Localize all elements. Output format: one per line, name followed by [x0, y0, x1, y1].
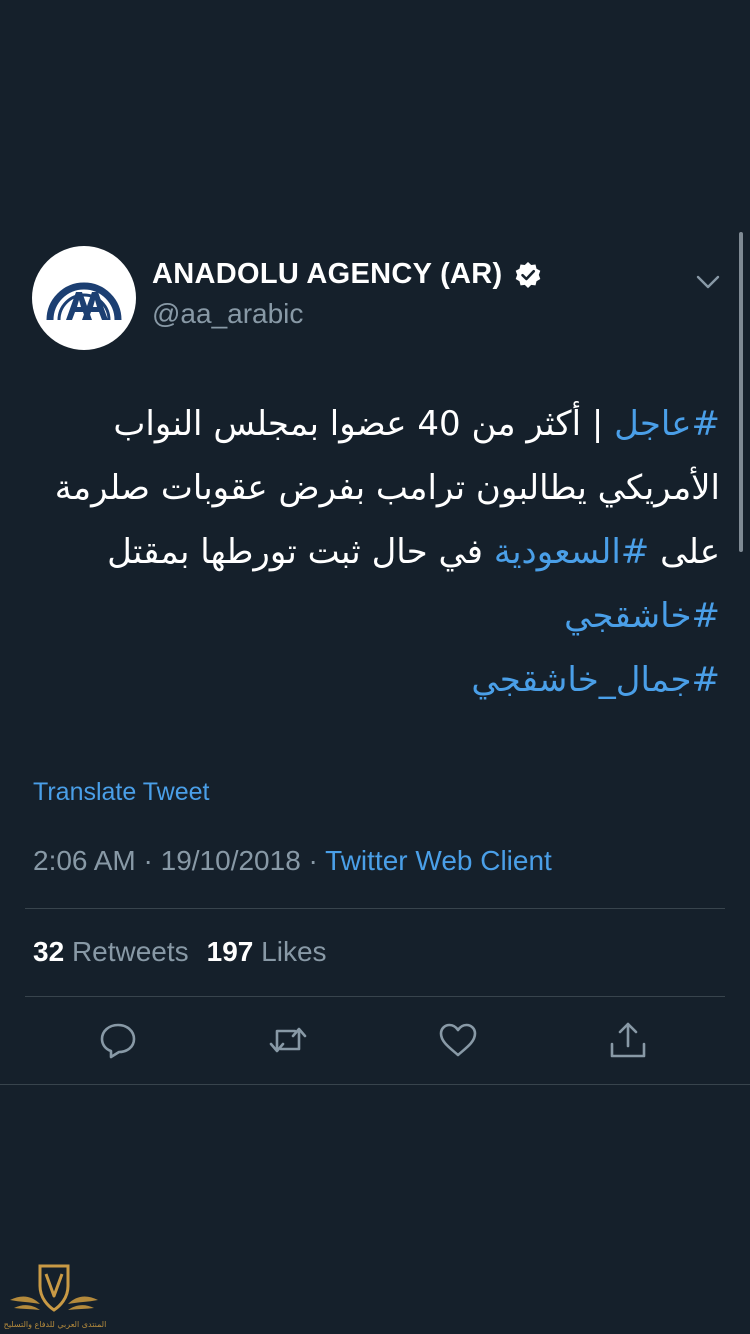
hashtag-link[interactable]: #جمال_خاشقجي [471, 660, 720, 700]
share-button[interactable] [608, 1020, 648, 1060]
anadolu-logo-icon [46, 282, 122, 321]
author-handle[interactable]: @aa_arabic [152, 298, 303, 330]
tweet-text: #عاجل | أكثر من 40 عضوا بمجلس النواب الأ… [30, 392, 720, 712]
likes-count: 197 [206, 936, 254, 967]
scrollbar[interactable] [739, 232, 743, 552]
tweet-text-line-3: على #السعودية في حال ثبت تورطها بمقتل [30, 520, 720, 584]
tweet-text-segment: على [649, 532, 720, 572]
likes-label: Likes [261, 936, 327, 967]
author-name-row[interactable]: ANADOLU AGENCY (AR) [152, 258, 542, 291]
meta-separator: · [308, 845, 318, 876]
tweet-source-link[interactable]: Twitter Web Client [325, 845, 552, 876]
retweet-icon [269, 1027, 307, 1053]
tweet-time: 2:06 AM [33, 845, 136, 876]
tweet-metadata: 2:06 AM · 19/10/2018 · Twitter Web Clien… [33, 845, 552, 877]
chevron-down-icon[interactable] [692, 266, 724, 298]
author-name[interactable]: ANADOLU AGENCY (AR) [152, 258, 502, 291]
tweet-date: 19/10/2018 [160, 845, 301, 876]
tweet-text-segment: في حال ثبت تورطها بمقتل [107, 532, 494, 572]
tweet-stats: 32 Retweets 197 Likes [33, 936, 327, 968]
tweet-text-line-4: #خاشقجي [30, 584, 720, 648]
hashtag-link[interactable]: #عاجل [614, 404, 720, 444]
hashtag-link[interactable]: #خاشقجي [564, 596, 720, 636]
tweet-text-line-2: الأمريكي يطالبون ترامب بفرض عقوبات صلرمة [54, 468, 720, 508]
tweet-text-line-5: #جمال_خاشقجي [30, 648, 720, 712]
translate-tweet-link[interactable]: Translate Tweet [33, 778, 209, 807]
tweet-text-segment: | أكثر من 40 عضوا بمجلس النواب [113, 404, 615, 444]
forum-watermark-logo [10, 1264, 98, 1312]
retweet-button[interactable] [268, 1020, 308, 1060]
divider [25, 996, 725, 997]
reply-button[interactable] [98, 1020, 138, 1060]
divider [25, 908, 725, 909]
like-icon [439, 1023, 477, 1057]
meta-separator: · [143, 845, 153, 876]
tweet-detail: ANADOLU AGENCY (AR) @aa_arabic #عاجل | أ… [0, 0, 750, 1334]
tweet-text-line-1: #عاجل | أكثر من 40 عضوا بمجلس النواب [30, 392, 720, 456]
like-button[interactable] [438, 1020, 478, 1060]
retweets-stat[interactable]: 32 Retweets [33, 936, 189, 967]
share-icon [610, 1022, 646, 1058]
divider [0, 1084, 750, 1085]
watermark-text: المنتدى العربي للدفاع والتسليح [3, 1320, 107, 1329]
retweets-label: Retweets [71, 936, 189, 967]
verified-badge-icon [516, 261, 541, 288]
reply-icon [100, 1023, 136, 1059]
likes-stat[interactable]: 197 Likes [207, 936, 327, 967]
hashtag-link[interactable]: #السعودية [494, 532, 649, 572]
retweets-count: 32 [33, 936, 65, 967]
author-avatar[interactable] [32, 246, 136, 350]
